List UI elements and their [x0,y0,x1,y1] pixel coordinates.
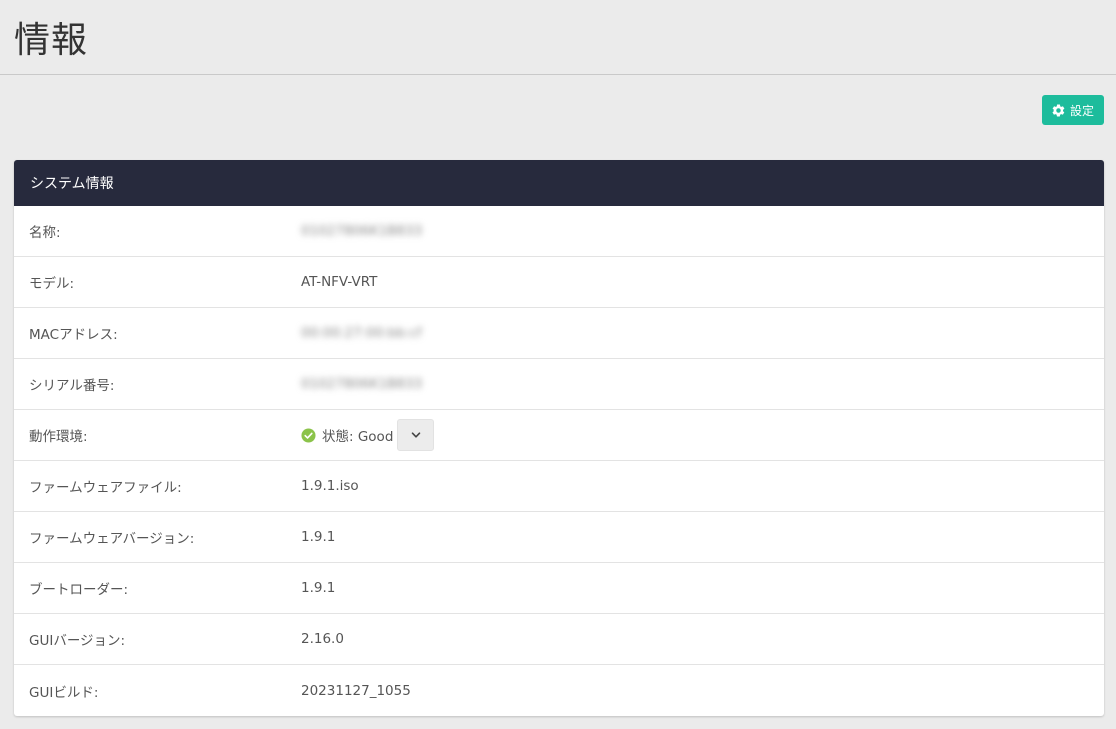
info-row-firmware-version: ファームウェアバージョン: 1.9.1 [14,512,1104,563]
row-value: 1.9.1 [301,580,336,596]
info-row-bootloader: ブートローダー: 1.9.1 [14,563,1104,614]
row-value: 20231127_1055 [301,682,411,699]
settings-button[interactable]: 設定 [1041,95,1104,125]
mac-address-value: 00:00:27:00:bb:cf [301,325,422,341]
row-value: AT-NFV-VRT [301,274,378,290]
info-row-serial-number: シリアル番号: 01027806K1B833 [14,359,1104,410]
row-value: 01027806K1B833 [301,223,1104,239]
info-row-firmware-file: ファームウェアファイル: 1.9.1.iso [14,461,1104,512]
status-text: 状態: Good [322,429,394,445]
row-label: GUIビルド: [29,684,99,701]
info-row-name: 名称: 01027806K1B833 [14,206,1104,257]
row-value: 1.9.1.iso [301,478,359,494]
page-header: 情報 [0,0,1116,75]
page-title: 情報 [14,20,89,61]
gear-icon [1052,104,1065,116]
row-label: MACアドレス: [29,327,118,343]
toolbar: 設定 [0,75,1116,159]
row-label: GUIバージョン: [29,633,126,649]
system-info-panel: システム情報 名称: 01027806K1B833 モデル: AT-NFV-VR… [14,160,1104,716]
row-value: 1.9.1 [301,529,336,545]
chevron-down-icon [411,432,421,438]
row-label: ファームウェアファイル: [29,480,182,496]
row-label: モデル: [29,276,75,292]
row-value: 00:00:27:00:bb:cf [301,325,1104,341]
row-label: ブートローダー: [29,582,129,598]
info-row-environment: 動作環境: 状態: Good [14,410,1104,461]
row-label: 名称: [29,225,61,241]
serial-number-value: 01027806K1B833 [301,376,423,392]
info-row-model: モデル: AT-NFV-VRT [14,257,1104,308]
info-row-gui-build: GUIビルド: 20231127_1055 [14,665,1104,716]
expand-status-button[interactable] [397,419,435,451]
info-row-gui-version: GUIバージョン: 2.16.0 [14,614,1104,665]
row-label: シリアル番号: [29,378,115,394]
check-circle-icon [301,427,316,443]
device-name-value: 01027806K1B833 [301,223,423,239]
row-value: 01027806K1B833 [301,376,1104,392]
row-value: 2.16.0 [301,631,344,647]
settings-button-label: 設定 [1069,103,1094,118]
info-row-mac-address: MACアドレス: 00:00:27:00:bb:cf [14,308,1104,359]
panel-heading: システム情報 [14,160,1104,206]
row-value: 状態: Good [301,419,1104,451]
row-label: 動作環境: [29,429,88,445]
row-label: ファームウェアバージョン: [29,531,195,547]
